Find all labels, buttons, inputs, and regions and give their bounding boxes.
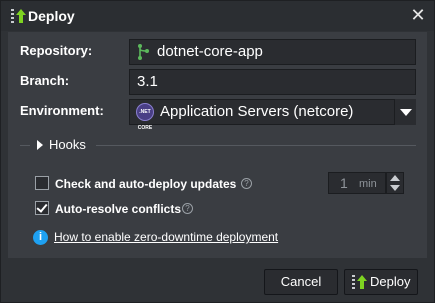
auto-deploy-label: Check and auto-deploy updates xyxy=(55,177,237,191)
dialog-title: Deploy xyxy=(28,8,75,24)
branch-value: 3.1 xyxy=(137,73,158,90)
branch-label: Branch: xyxy=(20,73,70,88)
zero-downtime-link[interactable]: How to enable zero-downtime deployment xyxy=(54,230,278,244)
netcore-icon: .NET CORE xyxy=(136,103,154,131)
environment-value: Application Servers (netcore) xyxy=(160,103,354,120)
deploy-button[interactable]: Deploy xyxy=(344,269,418,295)
interval-stepper[interactable] xyxy=(386,172,404,194)
deploy-icon xyxy=(352,275,367,289)
interval-value: 1 xyxy=(340,175,348,191)
help-icon[interactable]: ? xyxy=(182,203,193,214)
hooks-toggle[interactable]: Hooks xyxy=(49,137,86,152)
expand-triangle-icon[interactable] xyxy=(37,140,43,150)
deploy-button-label: Deploy xyxy=(370,274,411,289)
chevron-down-icon[interactable] xyxy=(394,99,416,125)
repository-value: dotnet-core-app xyxy=(157,43,263,60)
auto-resolve-checkbox[interactable] xyxy=(35,201,49,215)
git-branch-icon xyxy=(138,44,149,60)
deploy-dialog: Deploy ✕ Repository: dotnet-core-app Bra… xyxy=(0,0,435,303)
stepper-up-icon[interactable] xyxy=(390,175,400,181)
repository-label: Repository: xyxy=(20,43,93,58)
environment-label: Environment: xyxy=(20,103,104,118)
auto-deploy-checkbox[interactable] xyxy=(35,176,49,190)
hooks-divider-right xyxy=(96,145,416,146)
environment-select[interactable]: .NET CORE Application Servers (netcore) xyxy=(129,99,416,131)
stepper-down-icon[interactable] xyxy=(390,185,400,191)
branch-input[interactable]: 3.1 xyxy=(129,69,416,95)
interval-unit: min xyxy=(359,178,377,190)
hooks-divider-left xyxy=(20,145,30,146)
auto-resolve-label: Auto-resolve conflicts xyxy=(55,202,182,216)
repository-field[interactable]: dotnet-core-app xyxy=(129,39,416,65)
close-icon[interactable]: ✕ xyxy=(410,6,426,24)
help-icon[interactable]: ? xyxy=(241,178,252,189)
interval-input[interactable]: 1 min xyxy=(328,172,386,194)
deploy-form-panel: Repository: dotnet-core-app Branch: 3.1 … xyxy=(8,32,427,258)
deploy-icon xyxy=(11,9,26,23)
dialog-titlebar: Deploy ✕ xyxy=(1,1,434,31)
cancel-button[interactable]: Cancel xyxy=(264,269,338,295)
info-icon: i xyxy=(33,230,48,245)
